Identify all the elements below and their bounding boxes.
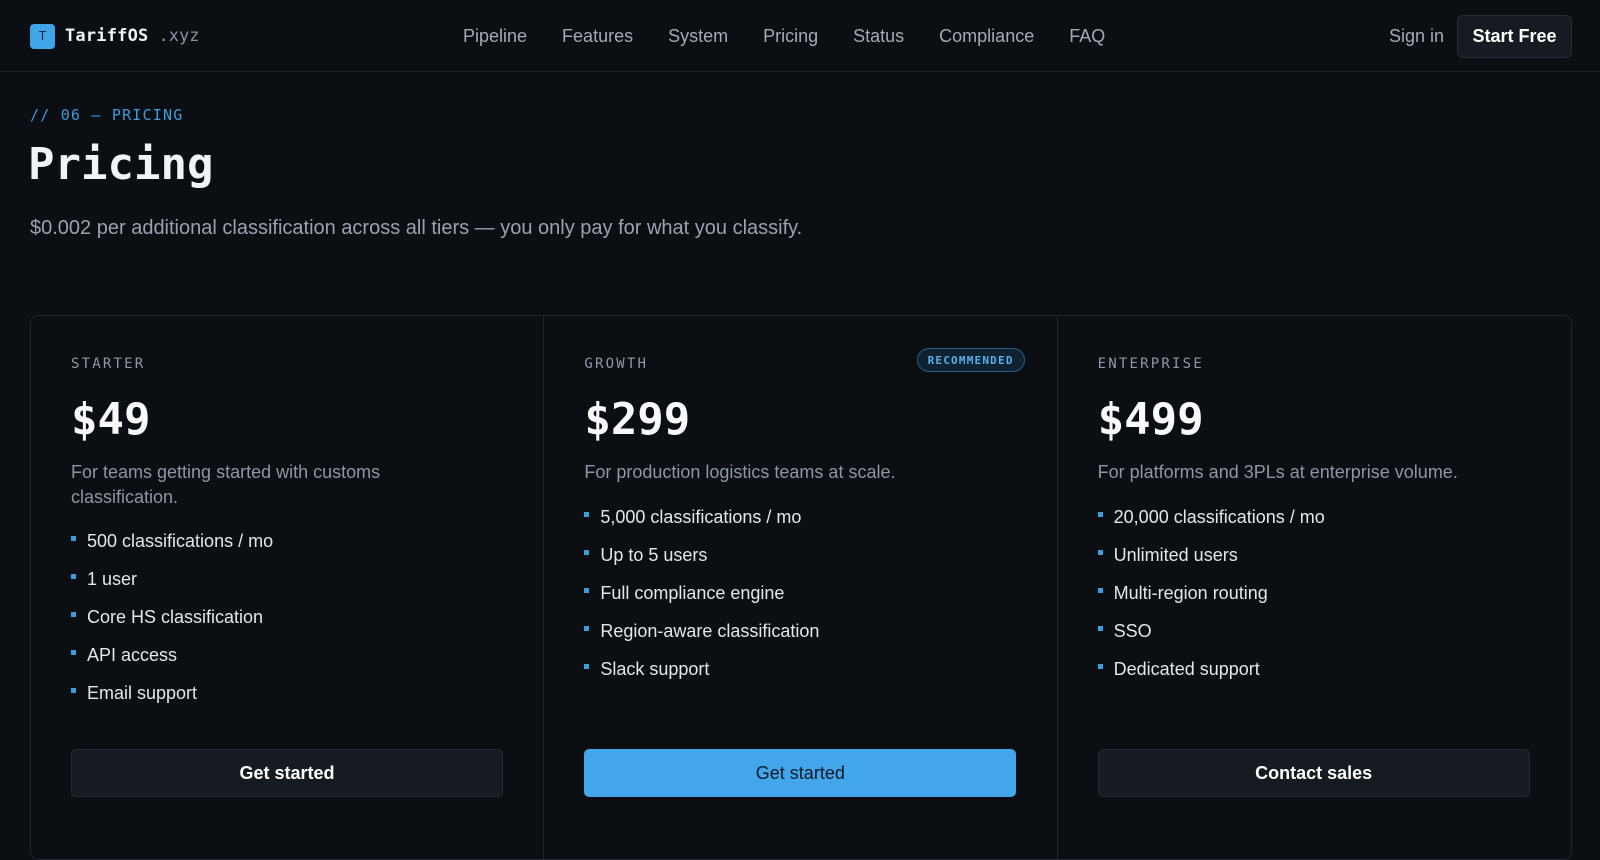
list-item: Dedicated support <box>1097 650 1325 688</box>
plan-price: $499 <box>1097 394 1204 445</box>
plan-name: GROWTH <box>584 356 649 372</box>
brand-name: TariffOS <box>65 26 149 46</box>
bullet-icon <box>71 573 76 579</box>
list-item: Full compliance engine <box>584 574 819 612</box>
plan-price: $299 <box>584 394 691 445</box>
get-started-button[interactable]: Get started <box>71 749 503 797</box>
bullet-icon <box>1097 549 1103 555</box>
feature-text: Unlimited users <box>1113 544 1238 565</box>
get-started-button[interactable]: Get started <box>584 749 1017 797</box>
nav-link-status[interactable]: Status <box>853 24 904 48</box>
bullet-icon <box>1097 587 1103 593</box>
feature-text: SSO <box>1113 620 1152 641</box>
nav-link-pipeline[interactable]: Pipeline <box>463 24 527 48</box>
brand-tld: .xyz <box>158 26 200 46</box>
list-item: 1 user <box>71 560 273 598</box>
list-item: Region-aware classification <box>584 612 819 650</box>
main-nav: Pipeline Features System Pricing Status … <box>463 24 1140 48</box>
bullet-icon <box>71 687 76 693</box>
list-item: 500 classifications / mo <box>71 522 273 560</box>
nav-link-features[interactable]: Features <box>562 24 633 48</box>
brand-mark-icon: T <box>30 23 55 49</box>
list-item: 5,000 classifications / mo <box>584 498 819 536</box>
feature-text: Up to 5 users <box>600 544 708 565</box>
section-eyebrow: // 06 — PRICING <box>30 106 184 124</box>
bullet-icon <box>71 535 76 541</box>
pricing-plans: STARTER $49 For teams getting started wi… <box>30 315 1572 860</box>
feature-text: Multi-region routing <box>1113 582 1268 603</box>
feature-text: API access <box>87 644 178 665</box>
feature-text: Region-aware classification <box>600 620 820 641</box>
bullet-icon <box>584 511 590 517</box>
list-item: Slack support <box>584 650 819 688</box>
bullet-icon <box>71 611 76 617</box>
page-title: Pricing <box>28 139 214 190</box>
plan-name: ENTERPRISE <box>1097 356 1204 372</box>
feature-text: 500 classifications / mo <box>87 530 274 551</box>
bullet-icon <box>584 587 590 593</box>
bullet-icon <box>584 663 590 669</box>
feature-text: 1 user <box>87 568 138 589</box>
nav-link-faq[interactable]: FAQ <box>1069 24 1105 48</box>
list-item: Email support <box>71 674 273 712</box>
plan-name: STARTER <box>71 356 146 372</box>
nav-link-system[interactable]: System <box>668 24 728 48</box>
sign-in-link[interactable]: Sign in <box>1389 24 1444 48</box>
list-item: 20,000 classifications / mo <box>1097 498 1325 536</box>
brand-logo[interactable]: T TariffOS .xyz <box>30 23 200 49</box>
list-item: Unlimited users <box>1097 536 1325 574</box>
plan-feature-list: 500 classifications / mo 1 user Core HS … <box>71 522 273 712</box>
feature-text: Dedicated support <box>1113 658 1260 679</box>
plan-description: For teams getting started with customs c… <box>71 462 381 507</box>
bullet-icon <box>71 649 76 655</box>
bullet-icon <box>584 549 590 555</box>
plan-description: For production logistics teams at scale. <box>584 462 896 482</box>
list-item: Up to 5 users <box>584 536 819 574</box>
plan-price: $49 <box>71 394 151 445</box>
bullet-icon <box>1097 625 1103 631</box>
plan-card-starter: STARTER $49 For teams getting started wi… <box>31 316 545 859</box>
plan-card-growth: GROWTH RECOMMENDED $299 For production l… <box>544 316 1058 859</box>
pricing-subtitle: $0.002 per additional classification acr… <box>30 217 803 239</box>
bullet-icon <box>1097 511 1103 517</box>
feature-text: 5,000 classifications / mo <box>600 506 802 527</box>
bullet-icon <box>1097 663 1103 669</box>
feature-text: 20,000 classifications / mo <box>1113 506 1325 527</box>
start-free-button[interactable]: Start Free <box>1457 15 1572 58</box>
recommended-badge: RECOMMENDED <box>916 348 1025 372</box>
plan-description: For platforms and 3PLs at enterprise vol… <box>1097 462 1458 482</box>
bullet-icon <box>584 625 590 631</box>
list-item: API access <box>71 636 273 674</box>
plan-feature-list: 5,000 classifications / mo Up to 5 users… <box>584 498 819 688</box>
list-item: Multi-region routing <box>1097 574 1325 612</box>
list-item: Core HS classification <box>71 598 273 636</box>
nav-link-compliance[interactable]: Compliance <box>939 24 1034 48</box>
plan-card-enterprise: ENTERPRISE $499 For platforms and 3PLs a… <box>1058 316 1571 859</box>
feature-text: Core HS classification <box>87 606 264 627</box>
contact-sales-button[interactable]: Contact sales <box>1097 749 1530 797</box>
list-item: SSO <box>1097 612 1325 650</box>
plan-feature-list: 20,000 classifications / mo Unlimited us… <box>1097 498 1325 688</box>
nav-link-pricing[interactable]: Pricing <box>763 24 818 48</box>
feature-text: Slack support <box>600 658 710 679</box>
top-navigation-bar: T TariffOS .xyz Pipeline Features System… <box>0 0 1600 72</box>
feature-text: Email support <box>87 682 198 703</box>
feature-text: Full compliance engine <box>600 582 785 603</box>
